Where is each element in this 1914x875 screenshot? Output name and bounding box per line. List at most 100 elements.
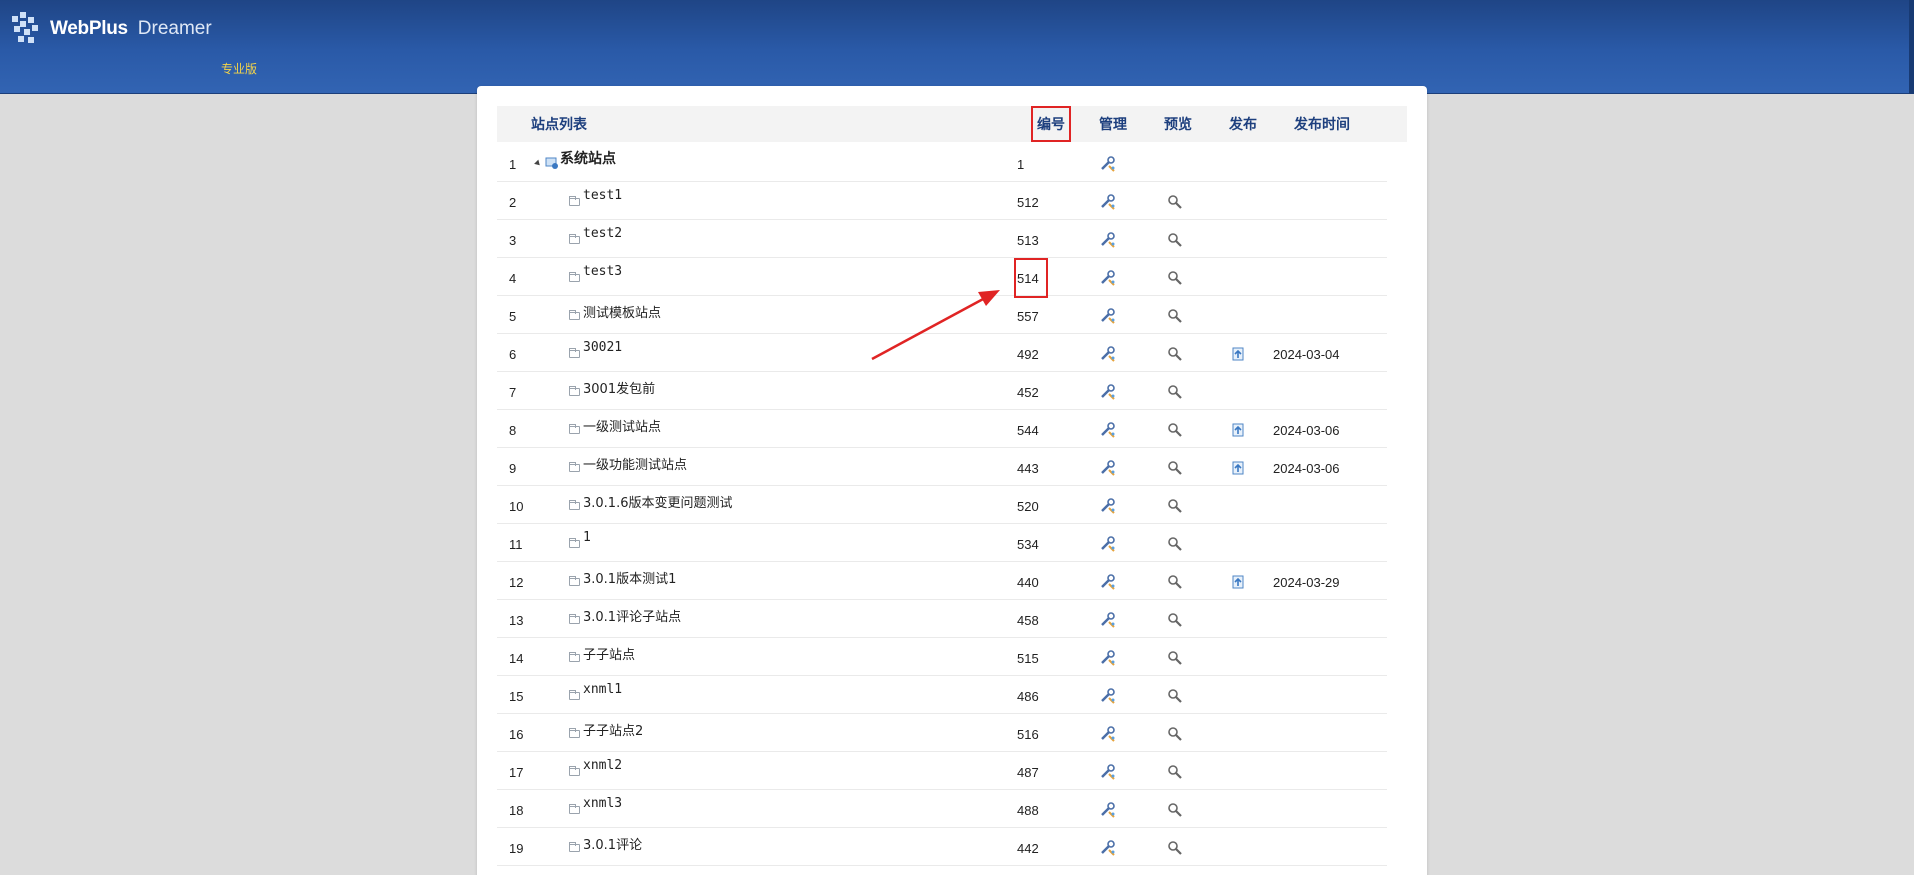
row-index: 8 — [509, 423, 517, 438]
site-id: 492 — [1017, 347, 1039, 362]
brand-logo[interactable]: WebPlus Dreamer — [10, 12, 212, 46]
table-row[interactable]: 11 1 534 — [497, 524, 1387, 562]
site-name[interactable]: 测试模板站点 — [583, 302, 661, 321]
site-name[interactable]: xnml1 — [583, 682, 622, 697]
table-row[interactable]: 9 一级功能测试站点 443 2024-03-06 — [497, 448, 1387, 486]
table-row[interactable]: 3 test2 513 — [497, 220, 1387, 258]
site-name[interactable]: xnml3 — [583, 796, 622, 811]
preview-icon[interactable] — [1167, 232, 1183, 248]
manage-icon[interactable] — [1100, 422, 1116, 438]
site-name[interactable]: 1 — [583, 530, 591, 545]
manage-icon[interactable] — [1100, 384, 1116, 400]
column-site-list[interactable]: 站点列表 — [531, 106, 587, 142]
manage-icon[interactable] — [1100, 688, 1116, 704]
folder-icon — [569, 234, 580, 244]
manage-icon[interactable] — [1100, 232, 1116, 248]
preview-icon[interactable] — [1167, 194, 1183, 210]
site-name[interactable]: 3001发包前 — [583, 378, 655, 397]
site-name[interactable]: 3.0.1.6版本变更问题测试 — [583, 492, 732, 511]
folder-icon — [569, 538, 580, 548]
preview-icon[interactable] — [1167, 308, 1183, 324]
row-index: 2 — [509, 195, 517, 210]
manage-icon[interactable] — [1100, 764, 1116, 780]
site-name[interactable]: 子子站点 — [583, 644, 635, 663]
manage-icon[interactable] — [1100, 840, 1116, 856]
table-row[interactable]: 浙江大学 — [497, 866, 1387, 875]
table-row[interactable]: 16 子子站点2 516 — [497, 714, 1387, 752]
row-index: 10 — [509, 499, 524, 514]
manage-icon[interactable] — [1100, 308, 1116, 324]
site-name[interactable]: 30021 — [583, 340, 622, 355]
expand-arrow-icon[interactable] — [534, 159, 542, 168]
preview-icon[interactable] — [1167, 422, 1183, 438]
manage-icon[interactable] — [1100, 650, 1116, 666]
logo-mark-icon — [10, 12, 44, 46]
site-name[interactable]: test2 — [583, 226, 622, 241]
site-name[interactable]: test1 — [583, 188, 622, 203]
folder-icon — [569, 766, 580, 776]
publish-icon[interactable] — [1230, 346, 1246, 362]
table-row[interactable]: 1 系统站点 1 — [497, 144, 1387, 182]
site-name[interactable]: xnml2 — [583, 758, 622, 773]
publish-icon[interactable] — [1230, 574, 1246, 590]
preview-icon[interactable] — [1167, 498, 1183, 514]
preview-icon[interactable] — [1167, 346, 1183, 362]
site-id: 512 — [1017, 195, 1039, 210]
manage-icon[interactable] — [1100, 156, 1116, 172]
site-name[interactable]: 3.0.1评论子站点 — [583, 606, 681, 625]
preview-icon[interactable] — [1167, 536, 1183, 552]
table-row[interactable]: 18 xnml3 488 — [497, 790, 1387, 828]
preview-icon[interactable] — [1167, 840, 1183, 856]
table-row[interactable]: 13 3.0.1评论子站点 458 — [497, 600, 1387, 638]
table-row[interactable]: 19 3.0.1评论 442 — [497, 828, 1387, 866]
row-index: 3 — [509, 233, 517, 248]
manage-icon[interactable] — [1100, 612, 1116, 628]
site-name[interactable]: 子子站点2 — [583, 720, 643, 739]
preview-icon[interactable] — [1167, 460, 1183, 476]
site-name[interactable]: test3 — [583, 264, 622, 279]
publish-icon[interactable] — [1230, 422, 1246, 438]
table-row[interactable]: 4 test3 514 — [497, 258, 1387, 296]
preview-icon[interactable] — [1167, 650, 1183, 666]
preview-icon[interactable] — [1167, 688, 1183, 704]
table-row[interactable]: 15 xnml1 486 — [497, 676, 1387, 714]
preview-icon[interactable] — [1167, 384, 1183, 400]
publish-icon[interactable] — [1230, 460, 1246, 476]
preview-icon[interactable] — [1167, 726, 1183, 742]
top-banner: WebPlus Dreamer 专业版 — [0, 0, 1914, 94]
manage-icon[interactable] — [1100, 498, 1116, 514]
manage-icon[interactable] — [1100, 346, 1116, 362]
site-id: 488 — [1017, 803, 1039, 818]
root-site-icon — [545, 156, 559, 175]
table-row[interactable]: 2 test1 512 — [497, 182, 1387, 220]
manage-icon[interactable] — [1100, 270, 1116, 286]
manage-icon[interactable] — [1100, 726, 1116, 742]
manage-icon[interactable] — [1100, 194, 1116, 210]
table-row[interactable]: 7 3001发包前 452 — [497, 372, 1387, 410]
manage-icon[interactable] — [1100, 460, 1116, 476]
site-name[interactable]: 一级功能测试站点 — [583, 454, 687, 473]
folder-icon — [569, 348, 580, 358]
site-name[interactable]: 一级测试站点 — [583, 416, 661, 435]
table-row[interactable]: 6 30021 492 2024-03-04 — [497, 334, 1387, 372]
table-row[interactable]: 5 测试模板站点 557 — [497, 296, 1387, 334]
manage-icon[interactable] — [1100, 574, 1116, 590]
site-id: 515 — [1017, 651, 1039, 666]
table-row[interactable]: 17 xnml2 487 — [497, 752, 1387, 790]
table-row[interactable]: 14 子子站点 515 — [497, 638, 1387, 676]
column-id[interactable]: 编号 — [1031, 106, 1071, 142]
preview-icon[interactable] — [1167, 270, 1183, 286]
manage-icon[interactable] — [1100, 802, 1116, 818]
preview-icon[interactable] — [1167, 802, 1183, 818]
preview-icon[interactable] — [1167, 764, 1183, 780]
site-name[interactable]: 3.0.1版本测试1 — [583, 568, 676, 587]
table-row[interactable]: 8 一级测试站点 544 2024-03-06 — [497, 410, 1387, 448]
table-row[interactable]: 10 3.0.1.6版本变更问题测试 520 — [497, 486, 1387, 524]
preview-icon[interactable] — [1167, 612, 1183, 628]
manage-icon[interactable] — [1100, 536, 1116, 552]
site-name[interactable]: 系统站点 — [560, 148, 616, 168]
table-row[interactable]: 12 3.0.1版本测试1 440 2024-03-29 — [497, 562, 1387, 600]
site-name[interactable]: 3.0.1评论 — [583, 834, 642, 853]
preview-icon[interactable] — [1167, 574, 1183, 590]
site-id: 534 — [1017, 537, 1039, 552]
